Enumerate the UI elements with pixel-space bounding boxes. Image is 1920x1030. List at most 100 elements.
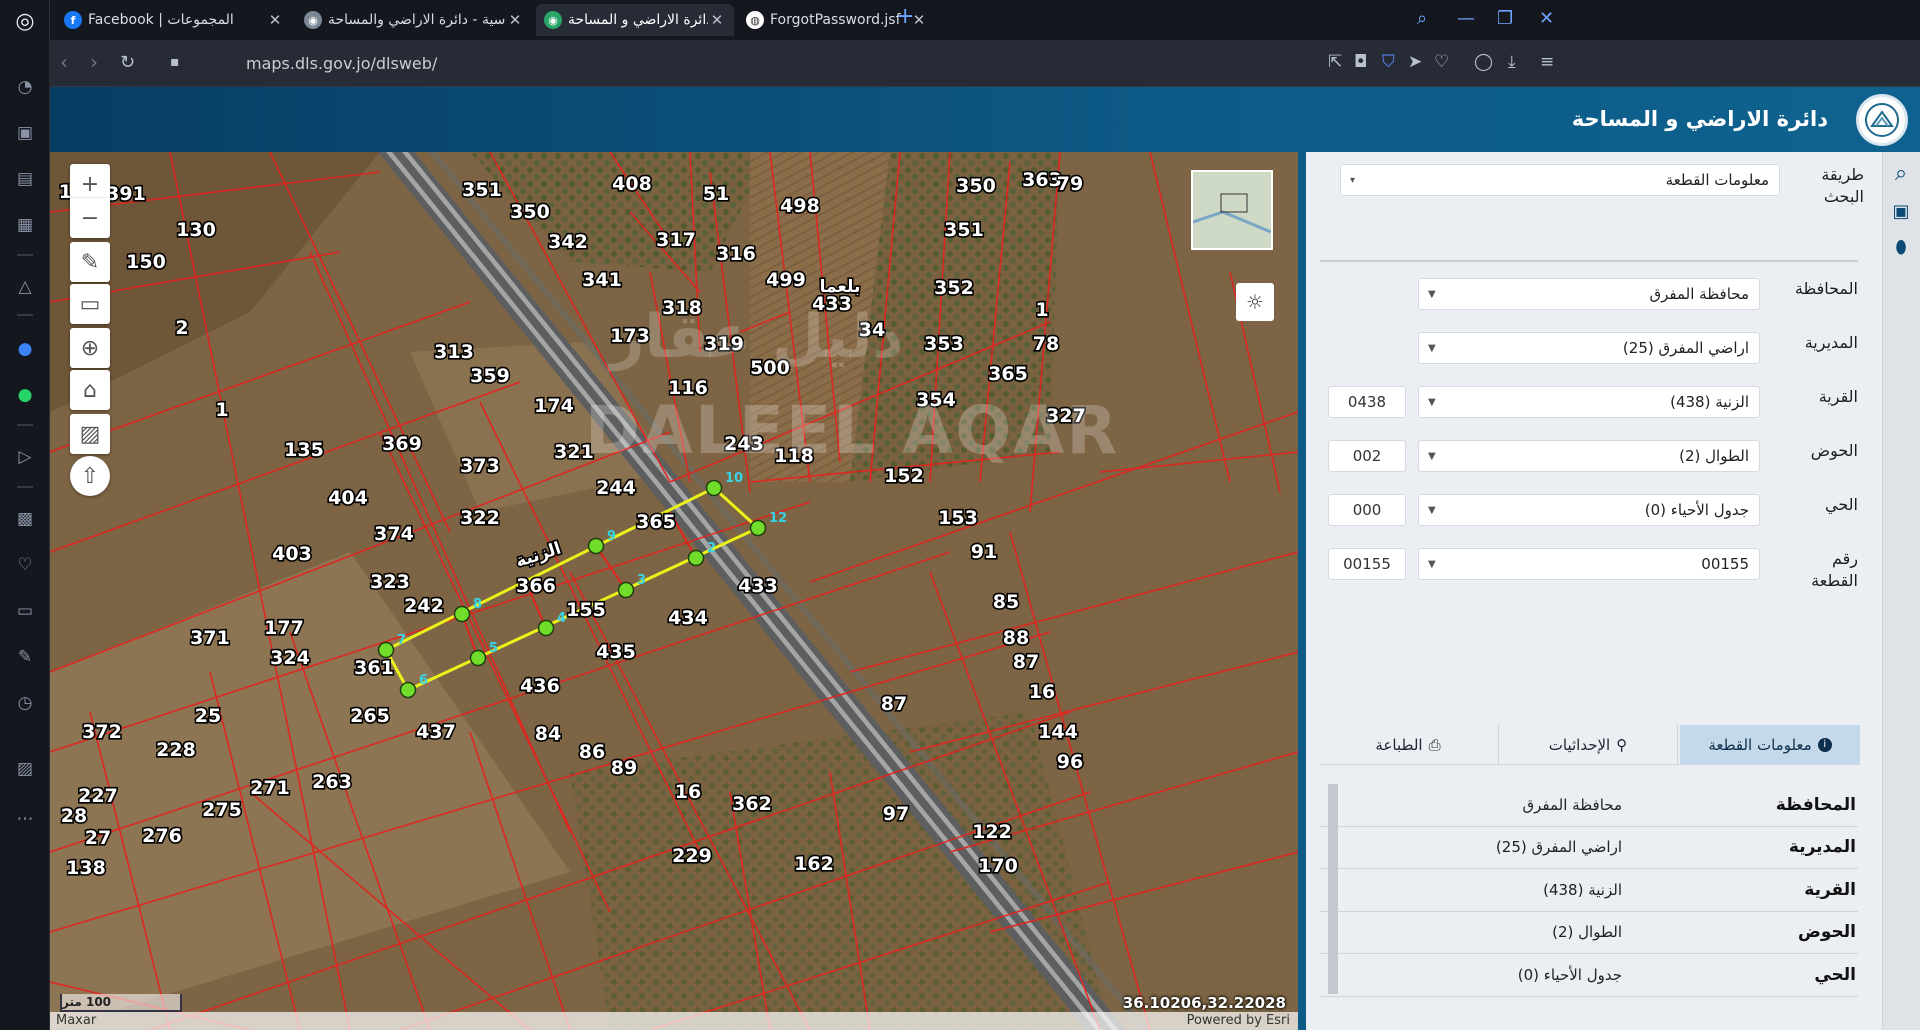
panel-divider[interactable] bbox=[1298, 152, 1306, 1030]
settings-icon[interactable]: ≡ bbox=[1540, 52, 1554, 72]
history-icon[interactable]: ◷ bbox=[12, 690, 38, 716]
sidebar-separator bbox=[17, 314, 33, 316]
address-bar: ‹ › ↻ ▪ maps.dls.gov.jo/dlsweb/ ⇱ ◘ ⛉ ➤ … bbox=[50, 40, 1920, 87]
map-view[interactable]: 1739135140851498350363791303503423173163… bbox=[50, 152, 1298, 1030]
heart-icon[interactable]: ♡ bbox=[1434, 52, 1449, 72]
url-field[interactable]: maps.dls.gov.jo/dlsweb/ bbox=[246, 54, 437, 73]
tab-title: سية - دائرة الاراضي والمساحة bbox=[328, 12, 506, 28]
search-method-select[interactable]: معلومات القطعة ▾ bbox=[1340, 164, 1780, 196]
bag-icon[interactable]: ▣ bbox=[12, 120, 38, 146]
parcel-vertex[interactable] bbox=[749, 519, 767, 537]
twitch-icon[interactable]: ▤ bbox=[12, 166, 38, 192]
sun-icon[interactable]: ☼ bbox=[1236, 283, 1274, 321]
village-code-input[interactable]: 0438 bbox=[1328, 386, 1406, 418]
parcel-vertex[interactable] bbox=[705, 479, 723, 497]
tab-print[interactable]: ⎙ الطباعة bbox=[1320, 725, 1496, 765]
parcel-vertex[interactable] bbox=[399, 681, 417, 699]
parcel-vertex[interactable] bbox=[537, 619, 555, 637]
wallet-icon[interactable]: ▣ bbox=[1888, 198, 1914, 224]
basin-select[interactable]: الطوال (2) ▼ bbox=[1418, 440, 1760, 472]
attribution-right[interactable]: Powered by Esri bbox=[1187, 1013, 1290, 1028]
parcel-vertex[interactable] bbox=[687, 549, 705, 567]
cpu-icon[interactable]: ▦ bbox=[12, 212, 38, 238]
shield-icon[interactable]: ⛉ bbox=[1382, 52, 1395, 72]
draw-icon[interactable]: ✎ bbox=[70, 242, 110, 282]
parcel-number-label: 433 bbox=[738, 575, 778, 597]
new-tab-icon[interactable]: + bbox=[896, 4, 914, 29]
directorate-select[interactable]: اراضي المفرق (25) ▼ bbox=[1418, 332, 1760, 364]
basin-code-input[interactable]: 002 bbox=[1328, 440, 1406, 472]
town-label: بلعما bbox=[820, 277, 861, 297]
camera-icon[interactable]: ◘ bbox=[1354, 52, 1367, 72]
speed-dial-icon[interactable]: ◔ bbox=[12, 74, 38, 100]
parcel-vertex[interactable] bbox=[377, 641, 395, 659]
parcel-number-label: 369 bbox=[382, 433, 422, 455]
map-canvas[interactable]: 1739135140851498350363791303503423173163… bbox=[50, 152, 1298, 1030]
more-icon[interactable]: ⋯ bbox=[12, 806, 38, 832]
locate-icon[interactable]: ⊕ bbox=[70, 328, 110, 368]
close-icon[interactable]: ✕ bbox=[506, 11, 524, 29]
send-icon[interactable]: ➤ bbox=[1408, 52, 1422, 72]
village-select[interactable]: الزنية (438) ▼ bbox=[1418, 386, 1760, 418]
restore-icon[interactable]: ❐ bbox=[1497, 8, 1513, 29]
forward-icon[interactable]: › bbox=[90, 50, 98, 74]
parcel-number-label: 437 bbox=[416, 721, 456, 743]
parcel-number-label: 122 bbox=[972, 821, 1012, 843]
download-icon[interactable]: ⤓ bbox=[1508, 52, 1516, 72]
close-icon[interactable]: ✕ bbox=[266, 11, 284, 29]
basemap-icon[interactable]: ▨ bbox=[70, 414, 110, 454]
info-row: الحي جدول الأحياء (0) bbox=[1320, 954, 1858, 997]
parcel-number-label: 408 bbox=[612, 173, 652, 195]
governorate-select[interactable]: محافظة المفرق ▼ bbox=[1418, 278, 1760, 310]
tab-dls-active[interactable]: ◉ دائرة الاراضي و المساحة ✕ bbox=[536, 4, 734, 36]
parcel-number-label: 436 bbox=[520, 675, 560, 697]
browser-logo-icon[interactable]: ◎ bbox=[12, 8, 38, 34]
gallery-icon[interactable]: ▨ bbox=[12, 756, 38, 782]
whatsapp-icon[interactable]: ● bbox=[12, 382, 38, 408]
news-icon[interactable]: ▭ bbox=[12, 598, 38, 624]
tab-parcel-info[interactable]: i معلومات القطعة bbox=[1680, 725, 1860, 765]
compass-icon[interactable]: ⇧ bbox=[70, 456, 110, 496]
info-value: محافظة المفرق bbox=[1522, 795, 1623, 814]
close-icon[interactable]: ✕ bbox=[708, 11, 726, 29]
heart-icon[interactable]: ♡ bbox=[12, 552, 38, 578]
parcel-code-input[interactable]: 00155 bbox=[1328, 548, 1406, 580]
share-icon[interactable]: ⇱ bbox=[1328, 52, 1342, 72]
tab-coordinates[interactable]: ⚲ الإحداثيات bbox=[1498, 725, 1678, 765]
search-tabs-icon[interactable]: ⌕ bbox=[1417, 8, 1427, 29]
chevron-down-icon: ▼ bbox=[1428, 289, 1436, 300]
parcel-number-label: 153 bbox=[938, 507, 978, 529]
overview-map[interactable] bbox=[1191, 170, 1273, 250]
district-code-input[interactable]: 000 bbox=[1328, 494, 1406, 526]
district-select[interactable]: جدول الأحياء (0) ▼ bbox=[1418, 494, 1760, 526]
measure-icon[interactable]: ▭ bbox=[70, 284, 110, 324]
home-icon[interactable]: ⌂ bbox=[70, 370, 110, 410]
parcel-vertex[interactable] bbox=[587, 537, 605, 555]
parcel-number-label: 244 bbox=[596, 477, 636, 499]
player-icon[interactable]: ▷ bbox=[12, 444, 38, 470]
aria-icon[interactable]: △ bbox=[12, 274, 38, 300]
tab-facebook[interactable]: f Facebook | المجموعات ✕ bbox=[56, 4, 292, 36]
chevron-down-icon: ▼ bbox=[1428, 505, 1436, 516]
tab-dls-1[interactable]: ◉ سية - دائرة الاراضي والمساحة ✕ bbox=[296, 4, 532, 36]
messenger-icon[interactable]: ● bbox=[12, 336, 38, 362]
parcel-vertex[interactable] bbox=[617, 581, 635, 599]
dls-logo-icon[interactable] bbox=[1856, 94, 1908, 146]
parcel-number-select[interactable]: 00155 ▼ bbox=[1418, 548, 1760, 580]
parcel-vertex[interactable] bbox=[469, 649, 487, 667]
close-window-icon[interactable]: ✕ bbox=[1539, 8, 1554, 29]
parcel-number-label: 170 bbox=[978, 855, 1018, 877]
parcel-info-table: المحافظة محافظة المفرق المديرية اراضي المف… bbox=[1320, 784, 1858, 997]
search-icon[interactable]: ⌕ bbox=[1888, 160, 1914, 186]
profile-icon[interactable]: ◯ bbox=[1474, 52, 1493, 72]
zoom-out-button[interactable]: − bbox=[70, 198, 110, 238]
location-pin-icon[interactable]: ⬮ bbox=[1888, 234, 1914, 260]
edit-icon[interactable]: ✎ bbox=[12, 644, 38, 670]
apps-icon[interactable]: ▩ bbox=[12, 506, 38, 532]
parcel-vertex[interactable] bbox=[453, 605, 471, 623]
minimize-icon[interactable]: — bbox=[1457, 8, 1475, 29]
back-icon[interactable]: ‹ bbox=[60, 50, 68, 74]
tab-title: Facebook | المجموعات bbox=[88, 12, 234, 28]
scrollbar[interactable] bbox=[1328, 784, 1338, 994]
reload-icon[interactable]: ↻ bbox=[120, 52, 135, 73]
